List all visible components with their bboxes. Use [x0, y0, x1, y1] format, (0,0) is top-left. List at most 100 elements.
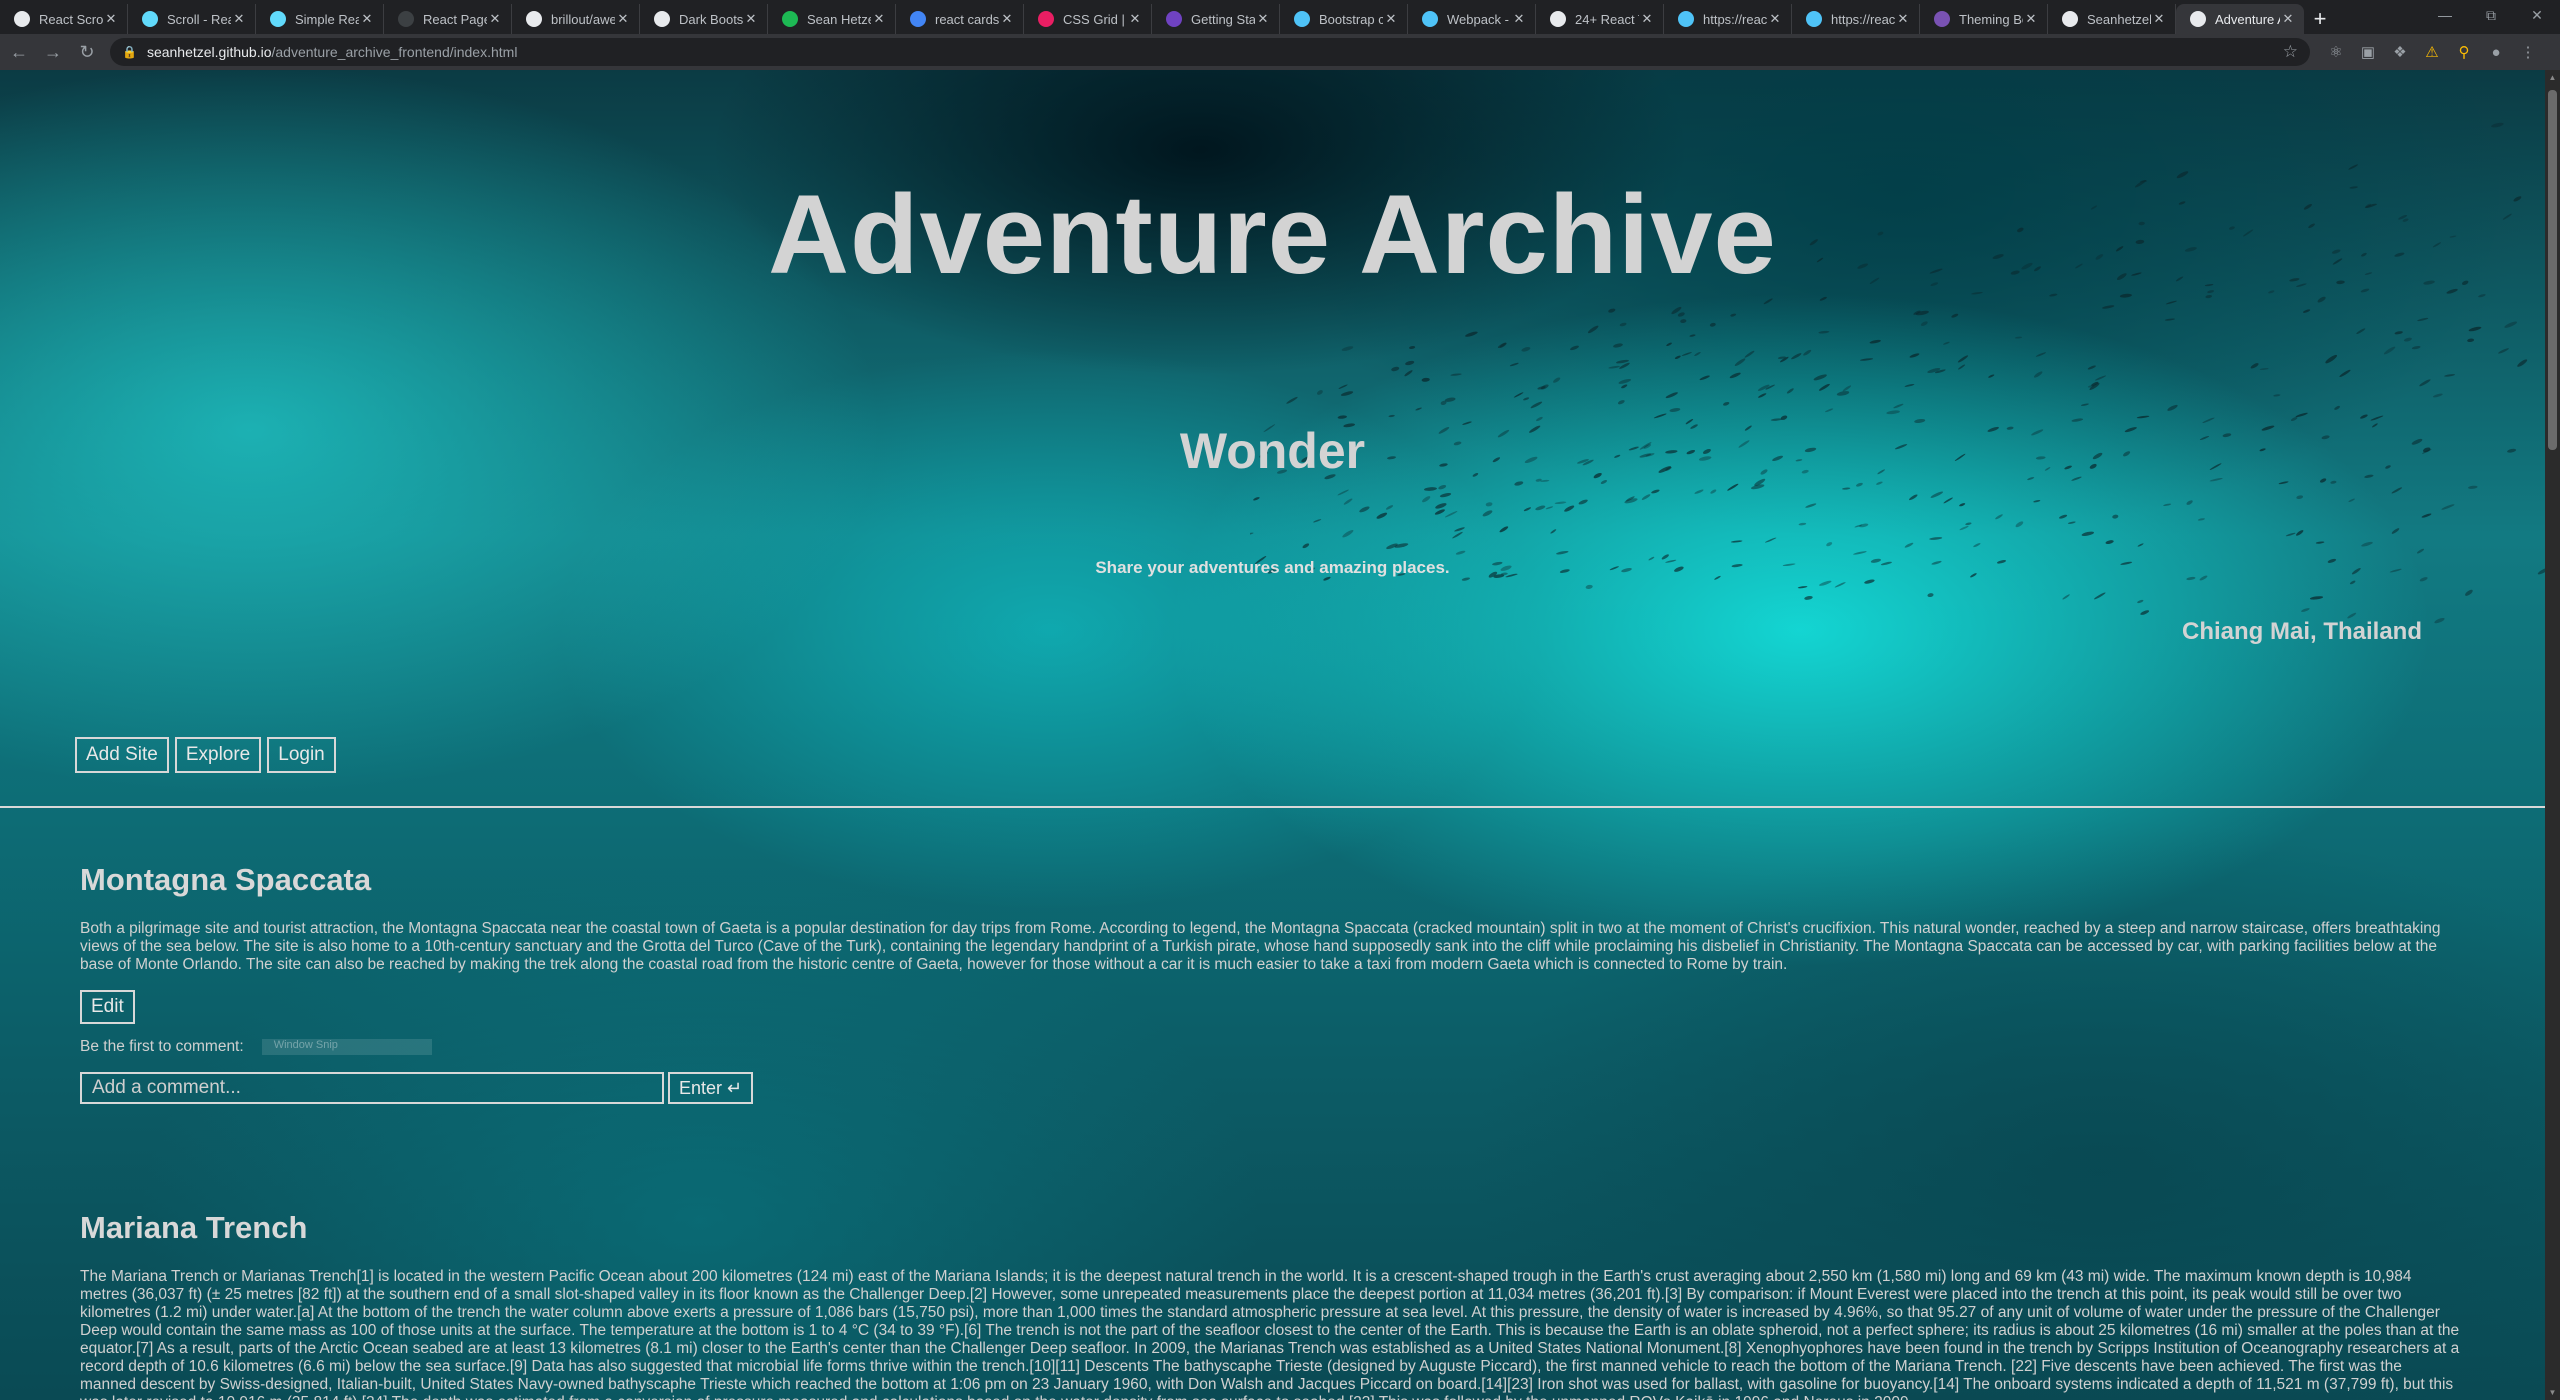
tab-title: Seanhetzel/adventure — [2087, 11, 2151, 27]
profile-icon[interactable]: ● — [2480, 38, 2512, 66]
url-path: /adventure_archive_frontend/index.html — [271, 44, 518, 60]
tab-title: Bootstrap cards — [1319, 11, 1383, 27]
site-title: Mariana Trench — [80, 1210, 308, 1245]
close-tab-icon[interactable]: ✕ — [1127, 11, 1143, 27]
close-tab-icon[interactable]: ✕ — [999, 11, 1015, 27]
close-tab-icon[interactable]: ✕ — [1639, 11, 1655, 27]
scroll-up-icon[interactable]: ▲ — [2545, 70, 2560, 85]
edit-button[interactable]: Edit — [80, 990, 135, 1024]
scrollbar-thumb[interactable] — [2548, 90, 2557, 450]
browser-tab[interactable]: Webpack - Learn✕ — [1408, 4, 1536, 34]
hero-location: Chiang Mai, Thailand — [2181, 618, 2422, 645]
tab-title: Sean Hetzel — [807, 11, 871, 27]
react-icon — [270, 11, 286, 27]
lock-icon: 🔒 — [122, 45, 137, 59]
close-tab-icon[interactable]: ✕ — [1895, 11, 1911, 27]
enter-comment-button[interactable]: Enter ↵ — [668, 1072, 754, 1104]
back-icon[interactable]: ← — [4, 37, 34, 67]
c-icon — [1422, 11, 1438, 27]
tab-list: React Scroll✕Scroll - React✕Simple React… — [0, 2, 2304, 34]
add-site-button[interactable]: Add Site — [75, 737, 169, 773]
hero-nav: Add Site Explore Login — [75, 737, 336, 773]
explore-button[interactable]: Explore — [174, 737, 262, 773]
close-tab-icon[interactable]: ✕ — [1511, 11, 1527, 27]
tab-title: CSS Grid | Reset — [1063, 11, 1127, 27]
tab-title: React Page Transitions — [423, 11, 487, 27]
login-button[interactable]: Login — [267, 737, 336, 773]
warning-extension-icon[interactable]: ⚠ — [2416, 38, 2448, 66]
close-tab-icon[interactable]: ✕ — [359, 11, 375, 27]
bookmark-star-icon[interactable]: ☆ — [2283, 42, 2298, 62]
sh-icon — [782, 11, 798, 27]
menu-dots-icon[interactable]: ⋮ — [2512, 38, 2544, 66]
close-tab-icon[interactable]: ✕ — [871, 11, 887, 27]
browser-tab[interactable]: Sean Hetzel ✕ — [768, 4, 896, 34]
browser-tab[interactable]: Adventure Archive✕ — [2176, 4, 2304, 34]
browser-tab[interactable]: https://react ✕ — [1792, 4, 1920, 34]
restore-icon[interactable]: ⧉ — [2468, 0, 2514, 30]
browser-tab[interactable]: Theming Bootstrap✕ — [1920, 4, 2048, 34]
window-controls: — ⧉ ✕ — [2422, 0, 2560, 30]
browser-tab[interactable]: 24+ React Templates✕ — [1536, 4, 1664, 34]
close-tab-icon[interactable]: ✕ — [1255, 11, 1271, 27]
window-snip-overlay: Window Snip — [261, 1039, 432, 1055]
c-icon — [1294, 11, 1310, 27]
tab-title: brillout/awesome — [551, 11, 615, 27]
s-icon — [1166, 11, 1182, 27]
close-tab-icon[interactable]: ✕ — [2023, 11, 2039, 27]
browser-tab[interactable]: Bootstrap cards✕ — [1280, 4, 1408, 34]
tab-title: Scroll - React — [167, 11, 231, 27]
browser-tab[interactable]: React Scroll ✕ — [0, 4, 128, 34]
page-viewport: Adventure Archive Wonder Share your adve… — [0, 70, 2545, 1400]
react-devtools-icon[interactable]: ⚛ — [2320, 38, 2352, 66]
page-scrollbar[interactable]: ▲ ▼ — [2545, 70, 2560, 1400]
github-icon — [526, 11, 542, 27]
comment-input[interactable] — [80, 1072, 664, 1104]
screenshot-extension-icon[interactable]: ▣ — [2352, 38, 2384, 66]
extension-icons: ⚛ ▣ ❖ ⚠ ⚲ ● ⋮ — [2320, 38, 2544, 66]
tab-title: React Scroll — [39, 11, 103, 27]
minimize-icon[interactable]: — — [2422, 0, 2468, 30]
address-bar[interactable]: 🔒 seanhetzel.github.io/adventure_archive… — [110, 38, 2310, 66]
close-tab-icon[interactable]: ✕ — [743, 11, 759, 27]
tab-title: Simple React — [295, 11, 359, 27]
close-tab-icon[interactable]: ✕ — [231, 11, 247, 27]
browser-tab[interactable]: react cards ✕ — [896, 4, 1024, 34]
reload-icon[interactable]: ↻ — [72, 37, 102, 67]
github-icon — [2062, 11, 2078, 27]
browser-tab[interactable]: Getting Started✕ — [1152, 4, 1280, 34]
puzzle-extension-icon[interactable]: ❖ — [2384, 38, 2416, 66]
bootstrap-icon — [1934, 11, 1950, 27]
close-tab-icon[interactable]: ✕ — [487, 11, 503, 27]
close-window-icon[interactable]: ✕ — [2514, 0, 2560, 30]
close-tab-icon[interactable]: ✕ — [615, 11, 631, 27]
close-tab-icon[interactable]: ✕ — [1767, 11, 1783, 27]
glasses-icon — [1550, 11, 1566, 27]
scroll-down-icon[interactable]: ▼ — [2545, 1385, 2560, 1400]
mask-icon — [654, 11, 670, 27]
close-tab-icon[interactable]: ✕ — [103, 11, 119, 27]
tab-strip: React Scroll✕Scroll - React✕Simple React… — [0, 0, 2560, 34]
site-description: Both a pilgrimage site and tourist attra… — [80, 920, 2441, 973]
grid-icon — [1038, 11, 1054, 27]
browser-toolbar: ← → ↻ 🔒 seanhetzel.github.io/adventure_a… — [0, 34, 2560, 70]
browser-tab[interactable]: https://react ✕ — [1664, 4, 1792, 34]
browser-tab[interactable]: CSS Grid | Reset✕ — [1024, 4, 1152, 34]
browser-tab[interactable]: Dark Bootstrap✕ — [640, 4, 768, 34]
hero-subtitle: Wonder — [1179, 423, 1366, 479]
new-tab-button[interactable]: + — [2304, 4, 2336, 34]
close-tab-icon[interactable]: ✕ — [2280, 11, 2296, 27]
close-tab-icon[interactable]: ✕ — [1383, 11, 1399, 27]
browser-tab[interactable]: brillout/awesome✕ — [512, 4, 640, 34]
zoom-extension-icon[interactable]: ⚲ — [2448, 38, 2480, 66]
comment-form: Enter ↵ — [80, 1072, 2460, 1104]
hero-section: Adventure Archive Wonder Share your adve… — [0, 70, 2545, 808]
close-tab-icon[interactable]: ✕ — [2151, 11, 2167, 27]
forward-icon[interactable]: → — [38, 37, 68, 67]
browser-tab[interactable]: Scroll - React✕ — [128, 4, 256, 34]
browser-tab[interactable]: Seanhetzel/adventure✕ — [2048, 4, 2176, 34]
site-title: Montagna Spaccata — [80, 862, 372, 897]
tab-title: Webpack - Learn — [1447, 11, 1511, 27]
browser-tab[interactable]: Simple React✕ — [256, 4, 384, 34]
browser-tab[interactable]: React Page Transitions✕ — [384, 4, 512, 34]
